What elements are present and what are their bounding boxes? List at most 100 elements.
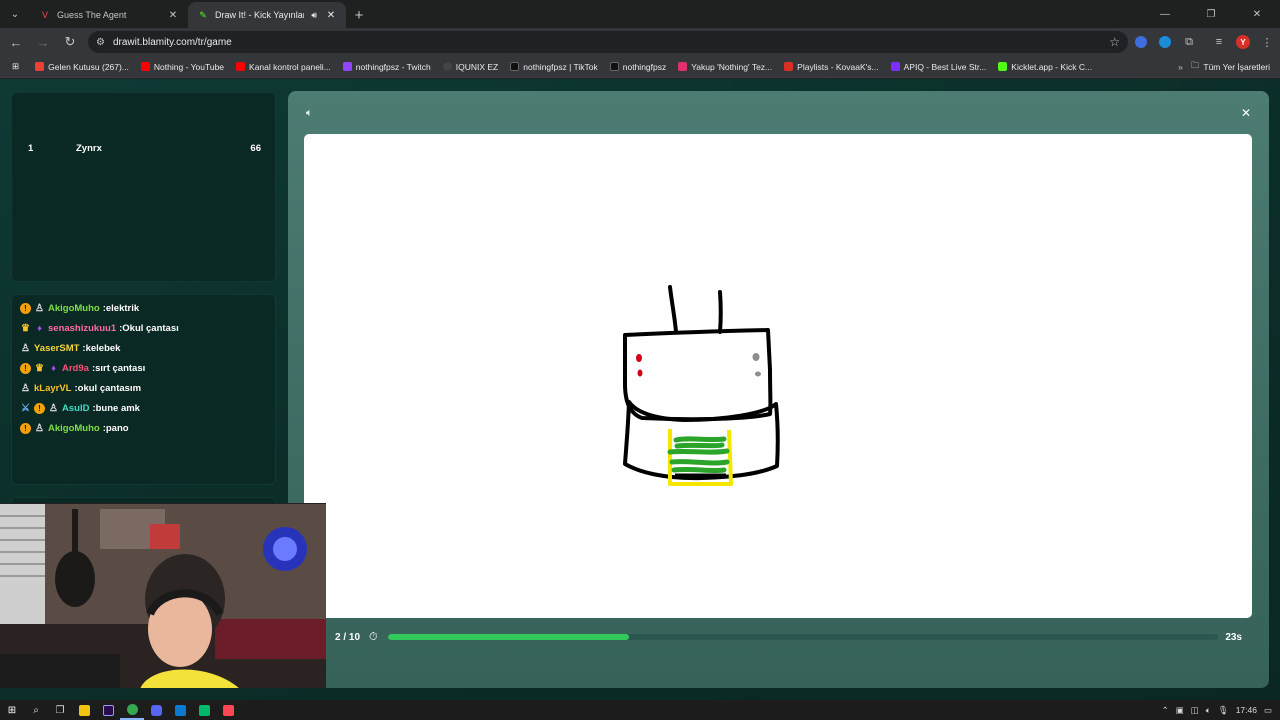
time-remaining: 23s bbox=[1225, 631, 1242, 643]
chat-username[interactable]: AkigoMuho bbox=[48, 303, 100, 314]
clock[interactable]: 17:46 bbox=[1236, 705, 1257, 715]
back-arrow-icon[interactable]: ← bbox=[4, 30, 28, 54]
browser-tab-bar: ⌄ V Guess The Agent ✕ ✎ Draw It! - Kick … bbox=[0, 0, 1280, 28]
bookmark-youtube-studio[interactable]: Kanal kontrol paneli... bbox=[230, 62, 337, 72]
leaderboard-score: 66 bbox=[250, 142, 261, 154]
kick-icon[interactable] bbox=[192, 700, 216, 720]
windows-taskbar: ⊞ ⌕ ❐ ⌃ ▣ ◫ 🔈︎ 🎙︎ 17:46 ▭ bbox=[0, 700, 1280, 720]
time-progress-fill bbox=[388, 634, 629, 640]
tab-title: Guess The Agent bbox=[57, 10, 127, 20]
tab-guess-the-agent[interactable]: V Guess The Agent ✕ bbox=[30, 2, 188, 28]
volume-icon[interactable]: 🔈︎ bbox=[1206, 705, 1211, 716]
notifications-icon[interactable]: ▭ bbox=[1264, 705, 1272, 716]
file-explorer-icon[interactable] bbox=[72, 700, 96, 720]
bookmark-tiktok[interactable]: nothingfpsz | TikTok bbox=[504, 62, 604, 72]
bookmarks-overflow-icon[interactable]: » bbox=[1170, 62, 1191, 72]
chat-username[interactable]: kLayrVL bbox=[34, 383, 72, 394]
network-icon[interactable]: ◫ bbox=[1191, 705, 1199, 716]
bookmarks-bar: ⊞ Gelen Kutusu (267)... Nothing - YouTub… bbox=[0, 56, 1280, 78]
player-drawing bbox=[623, 285, 780, 486]
sword-badge-icon: ⚔ bbox=[21, 402, 30, 414]
tab-draw-it[interactable]: ✎ Draw It! - Kick Yayınları İçin 🔊︎ ✕ bbox=[188, 2, 346, 28]
chat-text: :okul çantasım bbox=[74, 382, 142, 394]
premiere-pro-icon[interactable] bbox=[96, 700, 120, 720]
bookmark-kicklet[interactable]: Kicklet.app - Kick C... bbox=[992, 62, 1098, 72]
forward-arrow-icon[interactable]: → bbox=[31, 30, 55, 54]
profile-avatar[interactable]: Y bbox=[1232, 31, 1254, 53]
window-controls: — ❐ ✕ bbox=[1142, 0, 1280, 28]
bookmark-instagram[interactable]: Yakup 'Nothing' Tez... bbox=[672, 62, 778, 72]
address-bar[interactable]: ⚙ drawit.blamity.com/tr/game ☆ bbox=[88, 31, 1128, 53]
extension-blue-icon[interactable] bbox=[1130, 31, 1152, 53]
reload-icon[interactable]: ↻ bbox=[58, 30, 82, 54]
discord-icon[interactable] bbox=[144, 700, 168, 720]
tab-search-button[interactable]: ⌄ bbox=[4, 3, 26, 25]
chat-username[interactable]: AkigoMuho bbox=[48, 423, 100, 434]
vscode-icon[interactable] bbox=[168, 700, 192, 720]
chat-username[interactable]: Ard9a bbox=[62, 363, 89, 374]
all-bookmarks-folder[interactable]: 🗀 Tüm Yer İşaretleri bbox=[1191, 60, 1280, 74]
chrome-icon[interactable] bbox=[120, 700, 144, 720]
bookmark-gmail[interactable]: Gelen Kutusu (267)... bbox=[29, 62, 135, 72]
window-close-icon[interactable]: ✕ bbox=[1234, 0, 1280, 28]
chat-text: :elektrik bbox=[102, 302, 140, 314]
chat-username[interactable]: senashizukuu1 bbox=[48, 323, 116, 334]
chat-text: :bune amk bbox=[92, 402, 140, 414]
crown-badge-icon: ♛ bbox=[21, 322, 30, 334]
close-icon[interactable]: ✕ bbox=[166, 10, 180, 21]
warning-badge-icon: ! bbox=[20, 422, 31, 434]
stopwatch-icon: ⏱︎ bbox=[369, 630, 378, 643]
webcam-overlay bbox=[0, 503, 326, 688]
bookmark-kovaaks[interactable]: Playlists - KovaaK's... bbox=[778, 62, 884, 72]
chat-text: :kelebek bbox=[82, 342, 121, 354]
speaker-icon[interactable]: 🔊︎ bbox=[311, 10, 317, 21]
chat-message: ! ♛ ♦ Ard9a:sırt çantası bbox=[20, 361, 145, 375]
speaker-icon[interactable]: 🔈︎ bbox=[306, 107, 313, 120]
bookmark-x[interactable]: nothingfpsz bbox=[604, 62, 672, 72]
chat-message: ! ♙ AkigoMuho:elektrik bbox=[20, 301, 139, 315]
system-tray: ⌃ ▣ ◫ 🔈︎ 🎙︎ 17:46 ▭ bbox=[1162, 700, 1272, 720]
search-icon[interactable]: ⌕ bbox=[24, 700, 48, 720]
chat-message: ♛ ♦ senashizukuu1:Okul çantası bbox=[20, 321, 179, 335]
restore-icon[interactable]: ❐ bbox=[1188, 0, 1234, 28]
tray-overflow-icon[interactable]: ⌃ bbox=[1162, 705, 1169, 716]
leaderboard-row: 1 Zynrx 66 bbox=[12, 141, 275, 155]
reading-list-icon[interactable]: ≡ bbox=[1208, 31, 1230, 53]
bookmark-iqunix[interactable]: IQUNIX EZ bbox=[437, 62, 505, 72]
drawing-canvas[interactable] bbox=[304, 134, 1252, 618]
chat-message: ! ♙ AkigoMuho:pano bbox=[20, 421, 129, 435]
pawn-badge-icon: ♙ bbox=[49, 402, 58, 414]
pawn-badge-icon: ♙ bbox=[35, 302, 44, 314]
url-text: drawit.blamity.com/tr/game bbox=[112, 36, 232, 48]
site-info-icon[interactable]: ⚙ bbox=[96, 37, 105, 48]
chat-username[interactable]: AsulD bbox=[62, 403, 89, 414]
valorant-icon[interactable] bbox=[216, 700, 240, 720]
close-icon[interactable]: ✕ bbox=[324, 10, 338, 21]
gem-badge-icon: ♦ bbox=[51, 363, 56, 373]
apps-grid-icon[interactable]: ⊞ bbox=[6, 61, 29, 72]
folder-icon: 🗀 bbox=[1190, 59, 1200, 70]
new-tab-button[interactable]: + bbox=[348, 4, 370, 26]
warning-badge-icon: ! bbox=[20, 362, 31, 374]
extension-shield-icon[interactable] bbox=[1154, 31, 1176, 53]
round-status-bar: 2 / 10 ⏱︎ 23s bbox=[304, 624, 1252, 650]
microphone-icon[interactable]: 🎙︎ bbox=[1218, 705, 1229, 716]
bookmark-star-icon[interactable]: ☆ bbox=[1109, 35, 1120, 49]
more-menu-icon[interactable]: ⋮ bbox=[1256, 31, 1278, 53]
extensions-puzzle-icon[interactable]: ⧉ bbox=[1178, 31, 1200, 53]
bookmark-youtube[interactable]: Nothing - YouTube bbox=[135, 62, 230, 72]
chat-username[interactable]: YaserSMT bbox=[34, 343, 79, 354]
minimize-icon[interactable]: — bbox=[1142, 0, 1188, 28]
windows-start-icon[interactable]: ⊞ bbox=[0, 700, 24, 720]
close-icon[interactable]: ✕ bbox=[1241, 106, 1251, 120]
round-counter: 2 / 10 bbox=[335, 631, 361, 643]
leaderboard-rank: 1 bbox=[28, 142, 34, 154]
chat-text: :Okul çantası bbox=[119, 322, 179, 334]
pawn-badge-icon: ♙ bbox=[21, 382, 30, 394]
drawit-favicon-icon: ✎ bbox=[199, 10, 207, 20]
task-view-icon[interactable]: ❐ bbox=[48, 700, 72, 720]
bookmark-twitch[interactable]: nothingfpsz - Twitch bbox=[337, 62, 437, 72]
monitor-icon[interactable]: ▣ bbox=[1176, 705, 1184, 716]
pawn-badge-icon: ♙ bbox=[21, 342, 30, 354]
bookmark-apiq[interactable]: APIQ - Best Live Str... bbox=[885, 62, 993, 72]
